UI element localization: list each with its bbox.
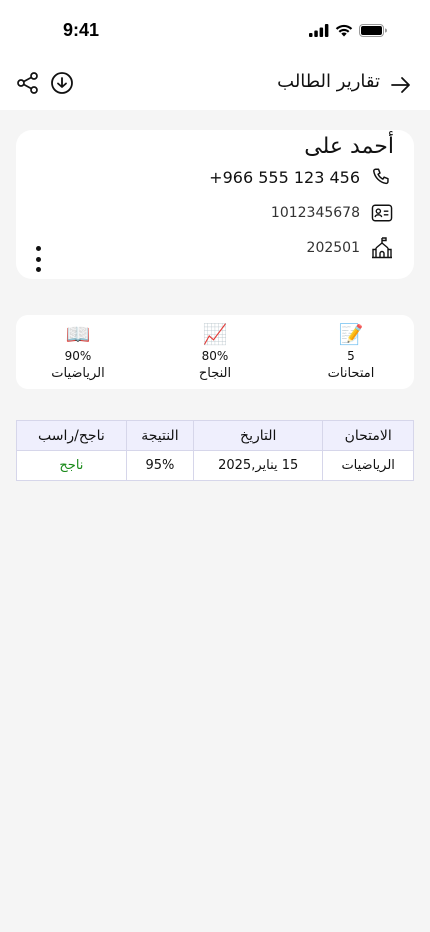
stat-math: 📖 90% الرياضيات	[23, 321, 133, 381]
student-name: أحمد على	[304, 134, 394, 159]
national-id: 1012345678	[270, 205, 360, 221]
battery-icon	[359, 24, 387, 37]
column-header-result: النتيجة	[125, 420, 195, 451]
download-button[interactable]	[48, 69, 76, 97]
more-dot	[35, 267, 41, 272]
id-card-icon	[370, 201, 394, 225]
cell-result: 95%	[125, 450, 195, 481]
school-icon	[370, 236, 394, 260]
cell-exam: الرياضيات	[322, 450, 414, 481]
cell-status: ناجح	[16, 450, 127, 481]
stat-success: 📈 80% النجاح	[160, 321, 270, 381]
column-header-exam: الامتحان	[322, 420, 414, 451]
wifi-icon	[335, 24, 353, 37]
more-options-button[interactable]	[32, 246, 44, 272]
stat-label: امتحانات	[327, 366, 375, 381]
stat-label: النجاح	[198, 366, 232, 381]
school-row: 202501	[307, 236, 394, 260]
share-button[interactable]	[14, 69, 42, 97]
student-reports-screen: 9:41 تقارير الطالب أحمد على +966 555 123…	[0, 0, 430, 932]
chart-up-icon: 📈	[202, 322, 228, 346]
student-profile-card: أحمد على +966 555 123 456 1012345678 202…	[16, 130, 414, 279]
table-header-row: الامتحان التاريخ النتيجة ناجح/راسب	[16, 420, 414, 451]
app-header: تقارير الطالب	[0, 62, 430, 110]
open-book-icon: 📖	[65, 322, 91, 346]
stat-exams: 📝 5 امتحانات	[296, 321, 406, 381]
phone-icon	[370, 165, 394, 189]
id-row: 1012345678	[271, 201, 394, 225]
stat-value: 90%	[64, 349, 92, 363]
share-icon	[17, 72, 38, 94]
stat-value: 5	[347, 349, 355, 363]
column-header-status: ناجح/راسب	[16, 420, 127, 451]
stat-value: 80%	[201, 349, 229, 363]
stats-card: 📝 5 امتحانات 📈 80% النجاح 📖 90% الرياضيا…	[16, 315, 414, 389]
status-bar: 9:41	[0, 0, 430, 62]
signal-icon	[309, 24, 329, 37]
exam-results-table: الامتحان التاريخ النتيجة ناجح/راسب الريا…	[16, 420, 414, 481]
download-icon	[51, 72, 73, 94]
status-time: 9:41	[63, 20, 100, 40]
more-dot	[35, 256, 41, 262]
phone-number: +966 555 123 456	[209, 167, 360, 187]
arrow-right-icon	[391, 77, 410, 93]
back-button[interactable]	[386, 70, 416, 100]
more-dot	[35, 246, 41, 251]
table-row[interactable]: الرياضيات 15 يناير,2025 95% ناجح	[16, 450, 414, 481]
column-header-date: التاريخ	[193, 420, 324, 451]
phone-row: +966 555 123 456	[209, 165, 394, 189]
page-title: تقارير الطالب	[277, 71, 380, 92]
stat-label: الرياضيات	[51, 366, 105, 381]
school-code: 202501	[306, 240, 360, 256]
memo-icon: 📝	[338, 322, 364, 346]
status-icons	[309, 24, 387, 37]
cell-date: 15 يناير,2025	[193, 450, 324, 481]
